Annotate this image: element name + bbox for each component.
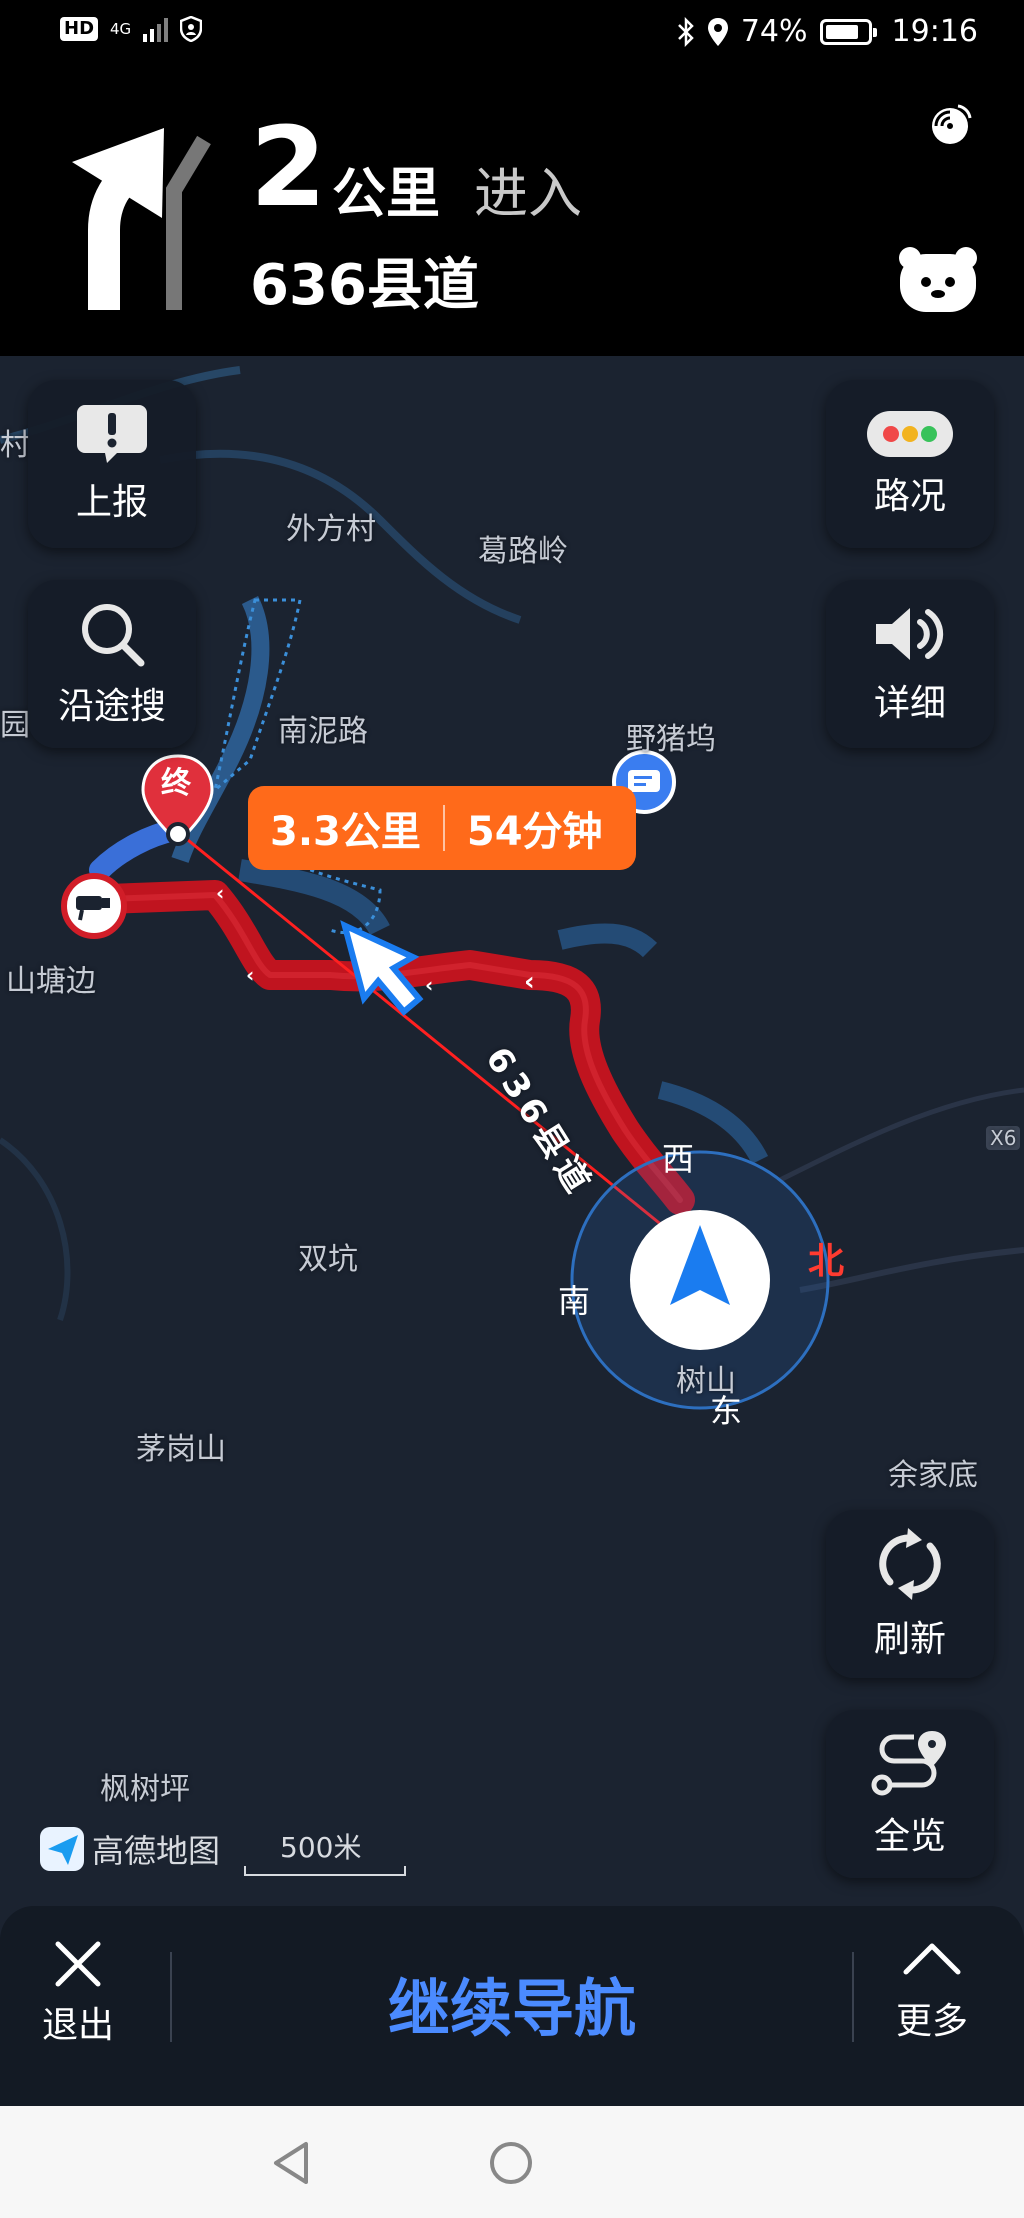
- overview-button[interactable]: 全览: [826, 1710, 994, 1878]
- chevron-up-icon: [903, 1943, 961, 1975]
- more-button-label: 更多: [896, 2001, 969, 2042]
- report-button[interactable]: 上报: [28, 380, 196, 548]
- exit-button[interactable]: 退出: [42, 1938, 114, 2048]
- svg-text:‹: ‹: [246, 963, 254, 987]
- hd-badge: HD: [60, 17, 99, 41]
- place-label: 野猪坞: [626, 722, 716, 757]
- battery-percent: 74%: [740, 14, 808, 49]
- status-left: HD 4G: [60, 16, 203, 42]
- map-scale-bar: [244, 1866, 406, 1876]
- place-label: 外方村: [286, 512, 376, 547]
- status-right: 74% 19:16: [677, 14, 978, 49]
- detail-voice-button[interactable]: 详细: [826, 580, 994, 748]
- more-button[interactable]: 更多: [896, 1938, 968, 2044]
- eta-time: 54分钟: [466, 809, 603, 855]
- svg-text:‹: ‹: [524, 967, 535, 997]
- home-icon[interactable]: [488, 2140, 534, 2186]
- traffic-button[interactable]: 路况: [826, 380, 994, 548]
- exit-button-label: 退出: [42, 2005, 115, 2046]
- continue-navigation-button[interactable]: 继续导航: [300, 1958, 724, 2048]
- eta-bubble[interactable]: 3.3公里 54分钟: [248, 786, 636, 870]
- place-label: 村: [0, 428, 30, 463]
- next-turn-distance-value: 2: [250, 103, 327, 231]
- search-along-button[interactable]: 沿途搜: [28, 580, 196, 748]
- place-label: 枫树坪: [100, 1772, 190, 1807]
- map-brand-text: 高德地图: [92, 1832, 221, 1870]
- bluetooth-icon: [677, 16, 694, 47]
- voice-assistant-bear-icon[interactable]: [896, 244, 980, 316]
- clock: 19:16: [891, 14, 978, 49]
- map-view[interactable]: ‹ ‹ ‹ ‹ 村 外方村 葛路岭 园 南泥路 野猪坞 山塘边 双坑 茅岗山 树…: [0, 356, 1024, 2116]
- eta-distance: 3.3公里: [270, 809, 421, 855]
- bottom-divider: [852, 1952, 854, 2042]
- refresh-button-label: 刷新: [873, 1619, 946, 1660]
- back-icon[interactable]: [272, 2140, 312, 2186]
- vpn-shield-icon: [180, 16, 203, 42]
- place-label: 双坑: [298, 1242, 358, 1277]
- satellite-signal-icon[interactable]: [928, 100, 976, 148]
- destination-marker-label[interactable]: 终: [161, 758, 191, 802]
- place-label: 南泥路: [278, 714, 368, 749]
- signal-bars-icon: [143, 16, 169, 42]
- map-brand: 高德地图: [40, 1826, 220, 1872]
- overview-button-label: 全览: [873, 1816, 946, 1857]
- location-icon: [707, 17, 728, 46]
- svg-text:‹: ‹: [425, 973, 433, 997]
- system-navigation-bar: [0, 2106, 1024, 2218]
- compass-north-label: 北: [808, 1241, 845, 1282]
- svg-text:‹: ‹: [216, 881, 224, 905]
- battery-icon: [819, 18, 877, 45]
- report-exclamation-icon: [77, 405, 147, 463]
- search-icon: [82, 604, 145, 667]
- compass-east-label: 东: [710, 1392, 743, 1430]
- map-scale-text: 500米: [280, 1831, 362, 1864]
- close-icon: [55, 1941, 101, 1987]
- compass-west-label: 西: [662, 1140, 695, 1178]
- place-label: 余家底: [888, 1458, 978, 1493]
- traffic-button-label: 路况: [873, 476, 946, 517]
- speaker-icon: [876, 608, 944, 660]
- refresh-icon: [879, 1528, 941, 1600]
- place-label: 茅岗山: [136, 1432, 226, 1467]
- detail-button-label: 详细: [873, 683, 946, 724]
- network-type: 4G: [110, 20, 132, 38]
- traffic-light-icon: [867, 411, 953, 457]
- road-shield-label: X6: [986, 1126, 1021, 1150]
- refresh-button[interactable]: 刷新: [826, 1510, 994, 1678]
- next-turn-action: 进入: [474, 162, 582, 225]
- place-label: 园: [0, 708, 30, 743]
- report-button-label: 上报: [75, 482, 148, 523]
- place-label: 山塘边: [6, 964, 96, 999]
- compass-south-label: 南: [558, 1282, 591, 1320]
- route-overview-icon: [871, 1731, 946, 1796]
- next-turn-distance-unit: 公里: [332, 162, 440, 225]
- search-along-button-label: 沿途搜: [57, 686, 166, 727]
- amap-logo-icon: [40, 1827, 84, 1871]
- place-label: 葛路岭: [478, 534, 568, 569]
- status-bar: HD 4G 74% 19:16: [0, 0, 1024, 72]
- next-road-name: 636县道: [250, 253, 479, 318]
- bottom-divider: [170, 1952, 172, 2042]
- turn-slight-left-arrow-icon: [72, 128, 211, 310]
